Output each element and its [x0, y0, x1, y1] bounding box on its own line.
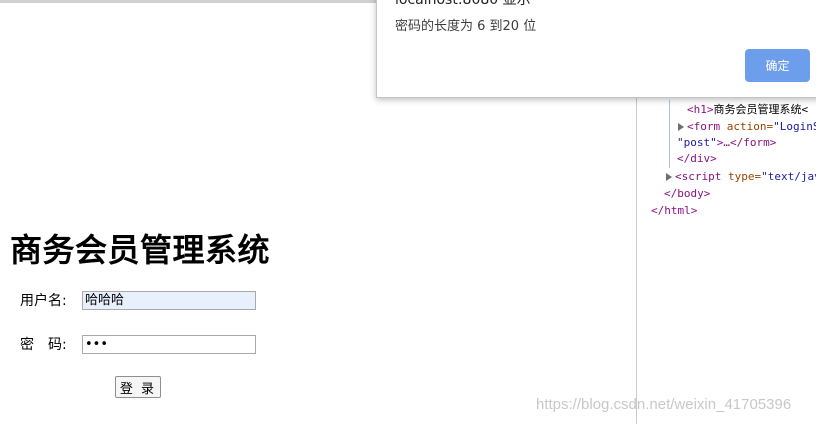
expand-triangle-icon[interactable] — [666, 173, 672, 181]
code-line-body-close[interactable]: </body> — [664, 186, 710, 202]
page-title: 商务会员管理系统 — [10, 231, 271, 269]
username-row: 用户名: 哈哈哈 — [20, 290, 256, 310]
alert-ok-button[interactable]: 确定 — [745, 49, 810, 82]
code-line-h1[interactable]: <h1>商务会员管理系统< — [687, 102, 808, 118]
watermark: https://blog.csdn.net/weixin_41705396 — [536, 396, 792, 413]
indent-guide — [669, 100, 670, 168]
code-line-form[interactable]: <form action="LoginS — [678, 119, 816, 135]
code-line-script[interactable]: <script type="text/jav — [666, 169, 816, 185]
username-label: 用户名: — [20, 293, 67, 309]
username-input[interactable]: 哈哈哈 — [82, 290, 256, 310]
browser-screen: 商务会员管理系统 用户名: 哈哈哈 密 码: ••• 登 录 <h1>商务会员管… — [0, 0, 816, 424]
page-top-border — [0, 0, 378, 3]
login-button[interactable]: 登 录 — [115, 376, 161, 398]
code-line-form-cont[interactable]: "post">…</form> — [677, 135, 776, 151]
alert-message: 密码的长度为 6 到20 位 — [395, 19, 537, 34]
password-input[interactable]: ••• — [82, 334, 256, 354]
code-line-html-close[interactable]: </html> — [651, 203, 697, 219]
alert-title: localhost:8080 显示 — [395, 0, 531, 8]
code-line-div-close[interactable]: </div> — [677, 151, 717, 167]
expand-triangle-icon[interactable] — [678, 123, 684, 131]
alert-dialog: localhost:8080 显示 密码的长度为 6 到20 位 确定 — [376, 0, 816, 98]
password-label: 密 码: — [20, 337, 67, 353]
password-row: 密 码: ••• — [20, 334, 256, 354]
